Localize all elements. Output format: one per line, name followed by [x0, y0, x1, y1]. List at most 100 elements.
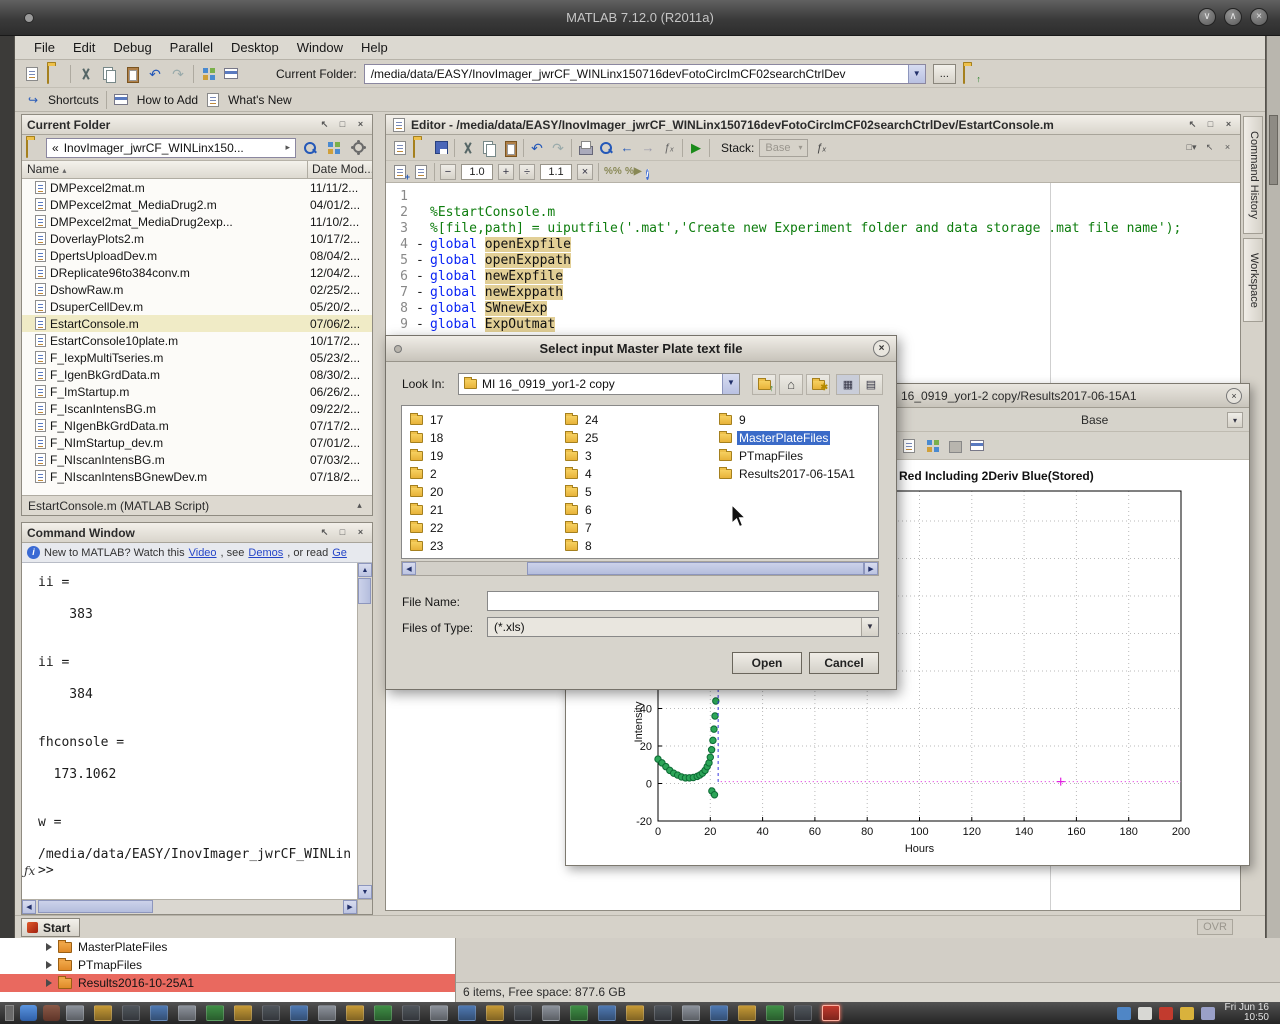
- tree-row[interactable]: Results2016-10-25A1: [0, 974, 455, 992]
- launcher-menu-icon[interactable]: [20, 1005, 37, 1021]
- cell-divider-icon[interactable]: [413, 164, 429, 180]
- code-line[interactable]: 6-global newExpfile: [386, 269, 1240, 285]
- dialog-folder-item[interactable]: Results2017-06-15A1: [719, 465, 857, 483]
- tree-row[interactable]: PTmapFiles: [0, 956, 455, 974]
- scrollbar-thumb[interactable]: [1269, 115, 1278, 185]
- scrollbar-thumb[interactable]: [358, 578, 371, 604]
- taskbar-clock[interactable]: Fri Jun 16 10:50: [1225, 1003, 1269, 1023]
- file-row[interactable]: EstartConsole10plate.m10/17/2...: [22, 332, 372, 349]
- fx-icon[interactable]: ƒₓ: [813, 140, 829, 156]
- taskbar-app-icon[interactable]: [598, 1005, 616, 1021]
- redo-icon[interactable]: ↷: [550, 140, 566, 156]
- help-icon[interactable]: [247, 66, 263, 82]
- dialog-folder-item[interactable]: 25: [565, 429, 600, 447]
- undo-icon[interactable]: ↶: [529, 140, 545, 156]
- dialog-folder-item[interactable]: 24: [565, 411, 600, 429]
- desktop-icon[interactable]: ⌂: [779, 374, 803, 395]
- menu-help[interactable]: Help: [352, 37, 397, 58]
- up-folder-icon[interactable]: ↑: [963, 66, 979, 82]
- minimize-button[interactable]: ∨: [1198, 8, 1216, 26]
- taskbar-app-icon[interactable]: [290, 1005, 308, 1021]
- guide-icon[interactable]: [224, 66, 240, 82]
- dialog-folder-item[interactable]: 19: [410, 447, 445, 465]
- search-icon[interactable]: [300, 138, 320, 158]
- background-scrollbar[interactable]: [1266, 36, 1280, 938]
- close-icon[interactable]: ×: [873, 340, 890, 357]
- gear-icon[interactable]: [348, 138, 368, 158]
- command-prompt-row[interactable]: ƒx >>: [22, 863, 357, 879]
- command-window-body[interactable]: ii = 383 ii = 384 fhconsole = 173.1062 w…: [22, 563, 357, 899]
- maximize-panel-icon[interactable]: □: [336, 526, 349, 539]
- scroll-down-icon[interactable]: ▼: [358, 885, 372, 899]
- code-line[interactable]: 9-global ExpOutmat: [386, 317, 1240, 333]
- file-row[interactable]: DsuperCellDev.m05/20/2...: [22, 298, 372, 315]
- menu-debug[interactable]: Debug: [104, 37, 160, 58]
- dialog-titlebar[interactable]: Select input Master Plate text file ×: [386, 336, 896, 362]
- figure-stack-value[interactable]: Base: [1081, 413, 1108, 427]
- file-row[interactable]: EstartConsole.m07/06/2...: [22, 315, 372, 332]
- expander-icon[interactable]: [46, 979, 52, 987]
- stack-view-icon[interactable]: [324, 138, 344, 158]
- window-layout-icon[interactable]: □▾: [1185, 141, 1198, 154]
- file-row[interactable]: F_ImStartup.m06/26/2...: [22, 383, 372, 400]
- taskbar-app-icon[interactable]: [822, 1005, 840, 1021]
- taskbar-app-icon[interactable]: [66, 1005, 84, 1021]
- run-icon[interactable]: ▶: [688, 140, 704, 156]
- close-button[interactable]: ×: [1250, 8, 1268, 26]
- folder-list[interactable]: 171819220212223 2425345678 9MasterPlateF…: [401, 405, 879, 559]
- tab-command-history[interactable]: Command History: [1243, 116, 1263, 234]
- dialog-folder-item[interactable]: 5: [565, 483, 600, 501]
- cut-icon[interactable]: [78, 66, 94, 82]
- new-folder-icon[interactable]: ✱: [806, 374, 830, 395]
- undock-icon[interactable]: ↖: [1186, 118, 1199, 131]
- date-column-header[interactable]: Date Mod...: [308, 161, 372, 178]
- paste-icon[interactable]: [124, 66, 140, 82]
- close-icon[interactable]: ×: [1226, 388, 1242, 404]
- open-file-icon[interactable]: [413, 140, 429, 156]
- how-to-add-link[interactable]: How to Add: [137, 93, 198, 107]
- taskbar-app-icon[interactable]: [486, 1005, 504, 1021]
- layout-icon[interactable]: [970, 438, 986, 454]
- increase-button[interactable]: +: [498, 164, 514, 180]
- paste-icon[interactable]: [502, 140, 518, 156]
- dialog-folder-item[interactable]: MasterPlateFiles: [719, 429, 857, 447]
- code-line[interactable]: 3%[file,path] = uiputfile('.mat','Create…: [386, 221, 1240, 237]
- multiply-button[interactable]: ×: [577, 164, 593, 180]
- undock-icon[interactable]: ↖: [318, 526, 331, 539]
- code-line[interactable]: 8-global SWnewExp: [386, 301, 1240, 317]
- stack-combo[interactable]: Base ▾: [759, 139, 808, 157]
- details-view-icon[interactable]: ▤: [859, 374, 883, 395]
- undock-icon[interactable]: ↖: [1203, 141, 1216, 154]
- cell-value-right[interactable]: 1.1: [540, 164, 572, 180]
- scroll-up-icon[interactable]: ▲: [358, 563, 372, 577]
- taskbar-app-icon[interactable]: [402, 1005, 420, 1021]
- taskbar-app-icon[interactable]: [710, 1005, 728, 1021]
- scroll-right-icon[interactable]: ▶: [864, 562, 878, 575]
- info-icon[interactable]: i: [646, 164, 662, 180]
- taskbar-app-icon[interactable]: [570, 1005, 588, 1021]
- code-line[interactable]: 1: [386, 189, 1240, 205]
- file-row[interactable]: F_NIscanIntensBG.m07/03/2...: [22, 451, 372, 468]
- breadcrumb-collapse[interactable]: «: [52, 141, 59, 155]
- taskbar-app-icon[interactable]: [682, 1005, 700, 1021]
- tray-matlab-icon[interactable]: [1159, 1007, 1173, 1020]
- back-icon[interactable]: ←: [619, 140, 635, 156]
- cell-eval-icon[interactable]: %▶: [625, 164, 641, 180]
- code-line[interactable]: 7-global newExppath: [386, 285, 1240, 301]
- scroll-left-icon[interactable]: ◀: [402, 562, 416, 575]
- undock-icon[interactable]: ↖: [318, 118, 331, 131]
- taskbar-app-icon[interactable]: [262, 1005, 280, 1021]
- new-figure-icon[interactable]: [901, 438, 917, 454]
- chevron-down-icon[interactable]: ▼: [908, 65, 925, 83]
- close-panel-icon[interactable]: ×: [354, 118, 367, 131]
- file-row[interactable]: F_IgenBkGrdData.m08/30/2...: [22, 366, 372, 383]
- list-view-icon[interactable]: ▦: [836, 374, 860, 395]
- file-row[interactable]: DpertsUploadDev.m08/04/2...: [22, 247, 372, 264]
- decrease-button[interactable]: −: [440, 164, 456, 180]
- tray-night-mode-icon[interactable]: [1201, 1007, 1215, 1020]
- code-line[interactable]: 4-global openExpfile: [386, 237, 1240, 253]
- chevron-right-icon[interactable]: ▸: [285, 142, 290, 153]
- file-row[interactable]: DoverlayPlots2.m10/17/2...: [22, 230, 372, 247]
- file-row[interactable]: DReplicate96to384conv.m12/04/2...: [22, 264, 372, 281]
- dialog-folder-item[interactable]: 6: [565, 501, 600, 519]
